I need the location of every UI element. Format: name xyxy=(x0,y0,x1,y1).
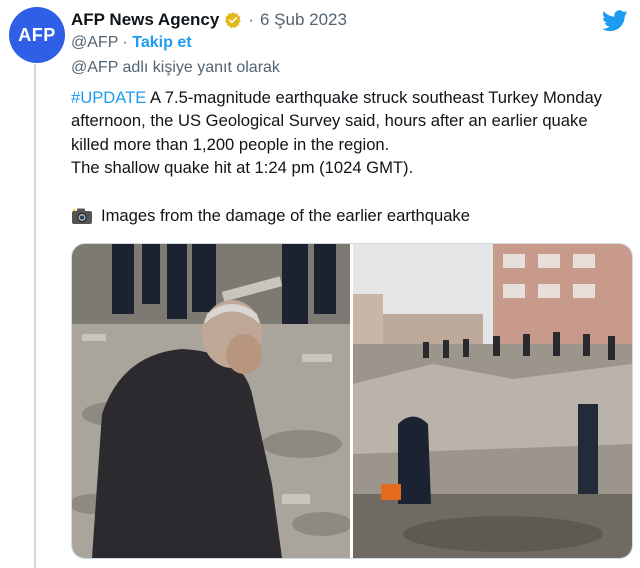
avatar[interactable]: AFP xyxy=(9,7,65,63)
thread-line xyxy=(34,64,36,568)
author-name[interactable]: AFP News Agency xyxy=(71,10,219,30)
hashtag-link[interactable]: #UPDATE xyxy=(71,88,146,107)
man-kneeling-in-rubble-photo[interactable] xyxy=(72,244,350,558)
follow-button[interactable]: Takip et xyxy=(132,34,191,51)
tweet-header: AFP News Agency · 6 Şub 2023 xyxy=(71,8,600,32)
caption-text: Images from the damage of the earlier ea… xyxy=(101,206,470,225)
media-caption: Images from the damage of the earlier ea… xyxy=(71,206,470,226)
tweet-date[interactable]: 6 Şub 2023 xyxy=(260,10,347,30)
avatar-text: AFP xyxy=(18,24,56,45)
camera-flash-icon xyxy=(72,208,92,224)
author-handle[interactable]: @AFP xyxy=(71,34,118,51)
reply-context: @AFP adlı kişiye yanıt olarak xyxy=(71,59,280,76)
tweet-body-line2: The shallow quake hit at 1:24 pm (1024 G… xyxy=(71,158,414,178)
collapsed-building-rescue-photo[interactable] xyxy=(353,244,632,558)
tweet-text: #UPDATE A 7.5-magnitude earthquake struc… xyxy=(71,86,611,180)
media-grid[interactable] xyxy=(71,243,633,559)
handle-separator: · xyxy=(118,34,133,51)
twitter-bird-icon[interactable] xyxy=(602,10,628,32)
header-separator: · xyxy=(248,10,254,29)
tweet-body: A 7.5-magnitude earthquake struck southe… xyxy=(71,88,602,154)
verified-badge-icon xyxy=(224,11,242,29)
handle-row: @AFP · Takip et xyxy=(71,34,192,52)
